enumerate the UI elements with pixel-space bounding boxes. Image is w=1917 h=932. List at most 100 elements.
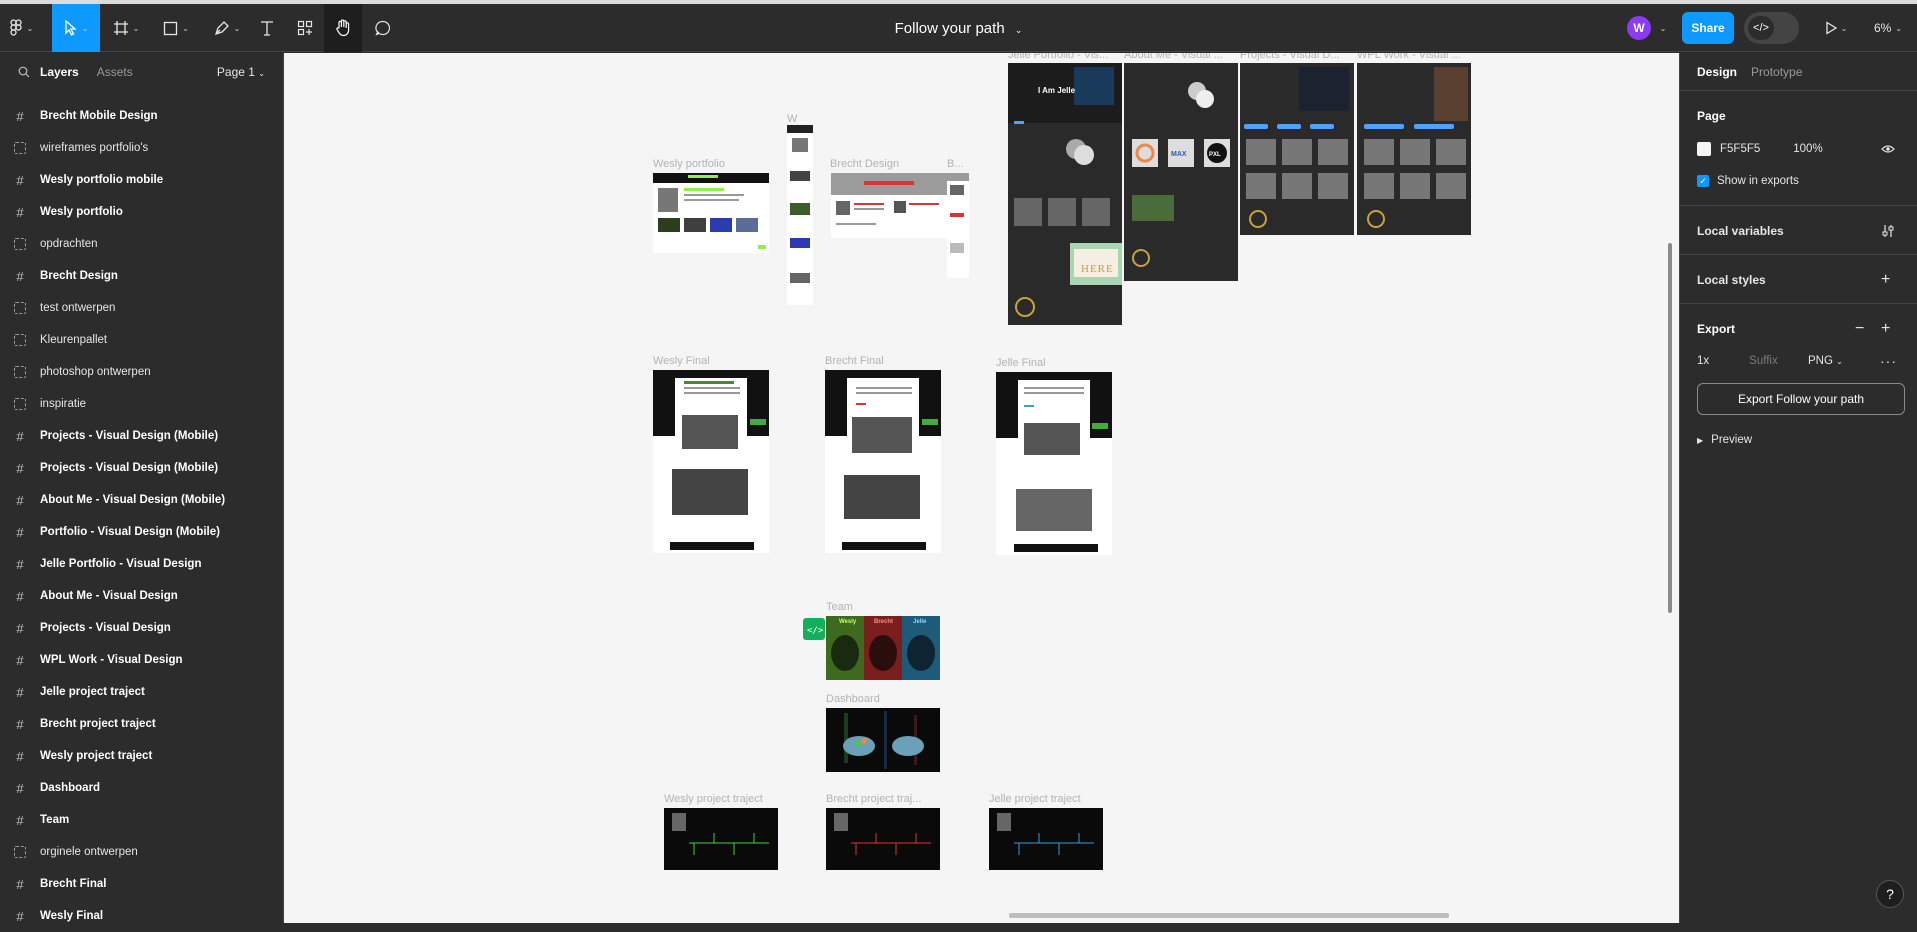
canvas[interactable]: I Am Jelle HERE MAX PXL Wesly Brecht Jel…: [284, 53, 1679, 923]
layer-item[interactable]: # Wesly portfolio mobile: [0, 164, 283, 196]
frame-label-team[interactable]: Team: [826, 601, 853, 613]
tab-design[interactable]: Design: [1697, 65, 1737, 79]
layer-item[interactable]: test ontwerpen: [0, 292, 283, 324]
layer-item[interactable]: # Wesly Final: [0, 900, 283, 932]
export-button[interactable]: Export Follow your path: [1697, 383, 1905, 415]
layer-item[interactable]: # Dashboard: [0, 772, 283, 804]
horizontal-scrollbar[interactable]: [1009, 913, 1449, 918]
frame-wesly-portfolio[interactable]: [653, 173, 769, 253]
layer-item[interactable]: # WPL Work - Visual Design: [0, 644, 283, 676]
more-options-icon[interactable]: ···: [1880, 353, 1897, 369]
dev-mode-toggle[interactable]: </>: [1744, 12, 1799, 44]
preview-toggle[interactable]: ▶ Preview: [1680, 432, 1917, 448]
layer-item[interactable]: # About Me - Visual Design (Mobile): [0, 484, 283, 516]
layer-item[interactable]: # About Me - Visual Design: [0, 580, 283, 612]
frame-label-brecht-final[interactable]: Brecht Final: [825, 355, 884, 367]
page-opacity[interactable]: 100%: [1793, 143, 1822, 155]
document-title[interactable]: Follow your path ⌄: [895, 20, 1023, 37]
frame-label-b[interactable]: B...: [947, 158, 964, 170]
eye-icon[interactable]: [1881, 144, 1895, 154]
frame-jelle-portfolio-visual-design[interactable]: [1008, 63, 1122, 325]
comment-tool-button[interactable]: [368, 4, 398, 52]
layer-item[interactable]: # Jelle Portfolio - Visual Design: [0, 548, 283, 580]
layer-item[interactable]: # Wesly portfolio: [0, 196, 283, 228]
frame-tool-button[interactable]: ⌄: [106, 4, 146, 52]
frame-brecht-project-traject[interactable]: [826, 808, 940, 870]
checkmark-icon[interactable]: ✓: [1697, 175, 1709, 187]
frame-label-about-me[interactable]: About Me - Visual ...: [1124, 53, 1223, 61]
frame-label-jelle-traject[interactable]: Jelle project traject: [989, 793, 1081, 805]
frame-label-jelle-portfolio[interactable]: Jelle Portfolio - Vis...: [1008, 53, 1108, 61]
resources-button[interactable]: [290, 4, 320, 52]
layer-item[interactable]: opdrachten: [0, 228, 283, 260]
frame-jelle-final[interactable]: [996, 372, 1112, 555]
frame-jelle-project-traject[interactable]: [989, 808, 1103, 870]
frame-label-wpl-work[interactable]: WPL Work - Visual ...: [1357, 53, 1461, 61]
shape-tool-button[interactable]: ⌄: [156, 4, 196, 52]
vertical-scrollbar[interactable]: [1668, 243, 1672, 613]
frame-brecht-design[interactable]: [831, 173, 947, 238]
frame-label-brecht-design[interactable]: Brecht Design: [830, 158, 899, 170]
frame-label-wesly-traject[interactable]: Wesly project traject: [664, 793, 763, 805]
layer-item[interactable]: # Projects - Visual Design: [0, 612, 283, 644]
page-selector[interactable]: Page 1 ⌄: [217, 65, 265, 79]
share-button[interactable]: Share: [1682, 12, 1734, 44]
variables-icon[interactable]: [1881, 224, 1895, 238]
local-styles-row[interactable]: Local styles +: [1680, 271, 1917, 289]
layer-item[interactable]: # Team: [0, 804, 283, 836]
help-button[interactable]: ?: [1876, 880, 1904, 908]
tab-prototype[interactable]: Prototype: [1751, 65, 1802, 79]
search-icon[interactable]: [18, 66, 30, 78]
frame-team[interactable]: [826, 616, 940, 680]
move-tool-button[interactable]: ⌄: [52, 4, 100, 52]
export-format-select[interactable]: PNG ⌄: [1808, 355, 1843, 367]
layer-item[interactable]: # Jelle project traject: [0, 676, 283, 708]
frame-label-jelle-final[interactable]: Jelle Final: [996, 357, 1046, 369]
export-scale[interactable]: 1x: [1697, 355, 1709, 367]
frame-wesly-project-traject[interactable]: [664, 808, 778, 870]
frame-label-dashboard[interactable]: Dashboard: [826, 693, 880, 705]
code-snippet-badge[interactable]: </>: [803, 618, 825, 640]
hand-tool-button[interactable]: [324, 4, 362, 52]
layer-item[interactable]: # Portfolio - Visual Design (Mobile): [0, 516, 283, 548]
show-in-exports-row[interactable]: ✓ Show in exports: [1680, 173, 1917, 189]
minus-icon[interactable]: −: [1855, 320, 1864, 338]
layer-item[interactable]: photoshop ontwerpen: [0, 356, 283, 388]
layer-item[interactable]: # Wesly project traject: [0, 740, 283, 772]
layer-item[interactable]: # Projects - Visual Design (Mobile): [0, 420, 283, 452]
frame-brecht-final[interactable]: [825, 370, 941, 553]
text-tool-button[interactable]: [252, 4, 282, 52]
frame-label-projects[interactable]: Projects - Visual D...: [1240, 53, 1339, 61]
frame-brecht-mobile-design[interactable]: [947, 173, 969, 278]
frame-dashboard[interactable]: [826, 708, 940, 772]
frame-label-brecht-traject[interactable]: Brecht project traj...: [826, 793, 921, 805]
layer-item[interactable]: # Brecht Design: [0, 260, 283, 292]
plus-icon[interactable]: +: [1881, 271, 1890, 289]
frame-wesly-portfolio-mobile[interactable]: [787, 125, 813, 305]
layer-item[interactable]: orginele ontwerpen: [0, 836, 283, 868]
local-variables-row[interactable]: Local variables: [1680, 223, 1917, 239]
layer-item[interactable]: # Brecht Final: [0, 868, 283, 900]
frame-label-wesly-portfolio[interactable]: Wesly portfolio: [653, 158, 725, 170]
page-color-swatch[interactable]: [1697, 142, 1711, 156]
export-suffix-input[interactable]: Suffix: [1749, 355, 1778, 367]
page-color-hex[interactable]: F5F5F5: [1720, 143, 1760, 155]
frame-label-w[interactable]: W: [787, 113, 797, 125]
frame-label-wesly-final[interactable]: Wesly Final: [653, 355, 710, 367]
layer-item[interactable]: # Brecht Mobile Design: [0, 100, 283, 132]
layer-item[interactable]: inspiratie: [0, 388, 283, 420]
present-button[interactable]: ⌄: [1818, 4, 1854, 52]
layer-item[interactable]: # Projects - Visual Design (Mobile): [0, 452, 283, 484]
multiplayer-menu-button[interactable]: ⌄: [1654, 4, 1668, 52]
avatar[interactable]: W: [1627, 16, 1651, 40]
pen-tool-button[interactable]: ⌄: [206, 4, 248, 52]
frame-wesly-final[interactable]: [653, 370, 769, 553]
zoom-menu-button[interactable]: 6% ⌄: [1866, 4, 1910, 52]
frame-about-me-visual-design[interactable]: [1124, 63, 1238, 281]
layer-item[interactable]: Kleurenpallet: [0, 324, 283, 356]
plus-icon[interactable]: +: [1881, 320, 1890, 338]
layer-item[interactable]: # Brecht project traject: [0, 708, 283, 740]
page-fill-row[interactable]: F5F5F5 100%: [1680, 141, 1917, 157]
frame-wpl-work-visual-design[interactable]: [1357, 63, 1471, 235]
layer-item[interactable]: wireframes portfolio's: [0, 132, 283, 164]
